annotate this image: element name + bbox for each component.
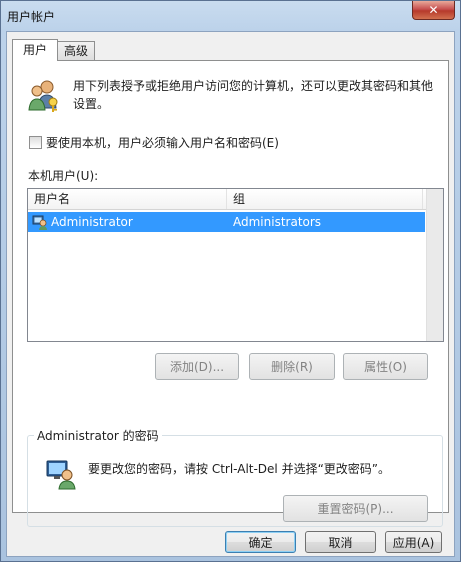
user-accounts-window: 用户帐户 ✕ 用户 高级 用下列表授予或拒绝用户访问您的计算机，还可以更改其密码… bbox=[0, 0, 461, 562]
list-scrollbar[interactable] bbox=[426, 189, 443, 341]
column-header-username[interactable]: 用户名 bbox=[28, 189, 227, 209]
group-cell: Administrators bbox=[233, 215, 322, 229]
close-button[interactable]: ✕ bbox=[412, 1, 455, 20]
window-title: 用户帐户 bbox=[7, 10, 56, 24]
tab-strip: 用户 高级 bbox=[12, 39, 96, 61]
monitor-user-icon bbox=[46, 460, 76, 490]
title-bar[interactable]: 用户帐户 ✕ bbox=[1, 1, 460, 31]
close-icon: ✕ bbox=[428, 3, 439, 17]
tab-users[interactable]: 用户 bbox=[12, 39, 59, 61]
table-row[interactable]: Administrator Administrators bbox=[28, 212, 425, 232]
local-users-list[interactable]: 用户名 组 Administrator Administrators bbox=[27, 188, 444, 342]
tab-panel-users: 用下列表授予或拒绝用户访问您的计算机，还可以更改其密码和其他设置。 要使用本机，… bbox=[12, 60, 449, 527]
require-login-checkbox[interactable] bbox=[29, 136, 42, 149]
description-text: 用下列表授予或拒绝用户访问您的计算机，还可以更改其密码和其他设置。 bbox=[73, 79, 434, 111]
password-group: Administrator 的密码 要更改您的密码，请按 Ctrl-Alt-De… bbox=[27, 427, 443, 527]
dialog-client-area: 用户 高级 用下列表授予或拒绝用户访问您的计算机，还可以更改其密码和其他设置。 … bbox=[6, 31, 455, 557]
reset-password-button[interactable]: 重置密码(P)... bbox=[283, 495, 428, 522]
local-users-label: 本机用户(U): bbox=[28, 169, 99, 183]
password-group-title: Administrator 的密码 bbox=[34, 427, 162, 444]
require-login-label: 要使用本机，用户必须输入用户名和密码(E) bbox=[46, 136, 279, 150]
ok-button[interactable]: 确定 bbox=[225, 531, 296, 553]
username-cell: Administrator bbox=[28, 212, 227, 232]
user-account-icon bbox=[32, 215, 47, 230]
apply-button[interactable]: 应用(A) bbox=[385, 531, 442, 553]
list-header: 用户名 组 bbox=[28, 189, 443, 210]
tab-advanced[interactable]: 高级 bbox=[57, 41, 96, 61]
users-icon bbox=[28, 80, 58, 112]
cancel-button[interactable]: 取消 bbox=[305, 531, 376, 553]
remove-user-button[interactable]: 删除(R) bbox=[249, 353, 335, 380]
add-user-button[interactable]: 添加(D)... bbox=[155, 353, 239, 380]
column-header-group[interactable]: 组 bbox=[227, 189, 423, 209]
properties-button[interactable]: 属性(O) bbox=[343, 353, 428, 380]
password-instruction-text: 要更改您的密码，请按 Ctrl-Alt-Del 并选择“更改密码”。 bbox=[88, 462, 391, 476]
username-text: Administrator bbox=[51, 215, 133, 229]
require-login-checkbox-row[interactable]: 要使用本机，用户必须输入用户名和密码(E) bbox=[29, 134, 279, 151]
